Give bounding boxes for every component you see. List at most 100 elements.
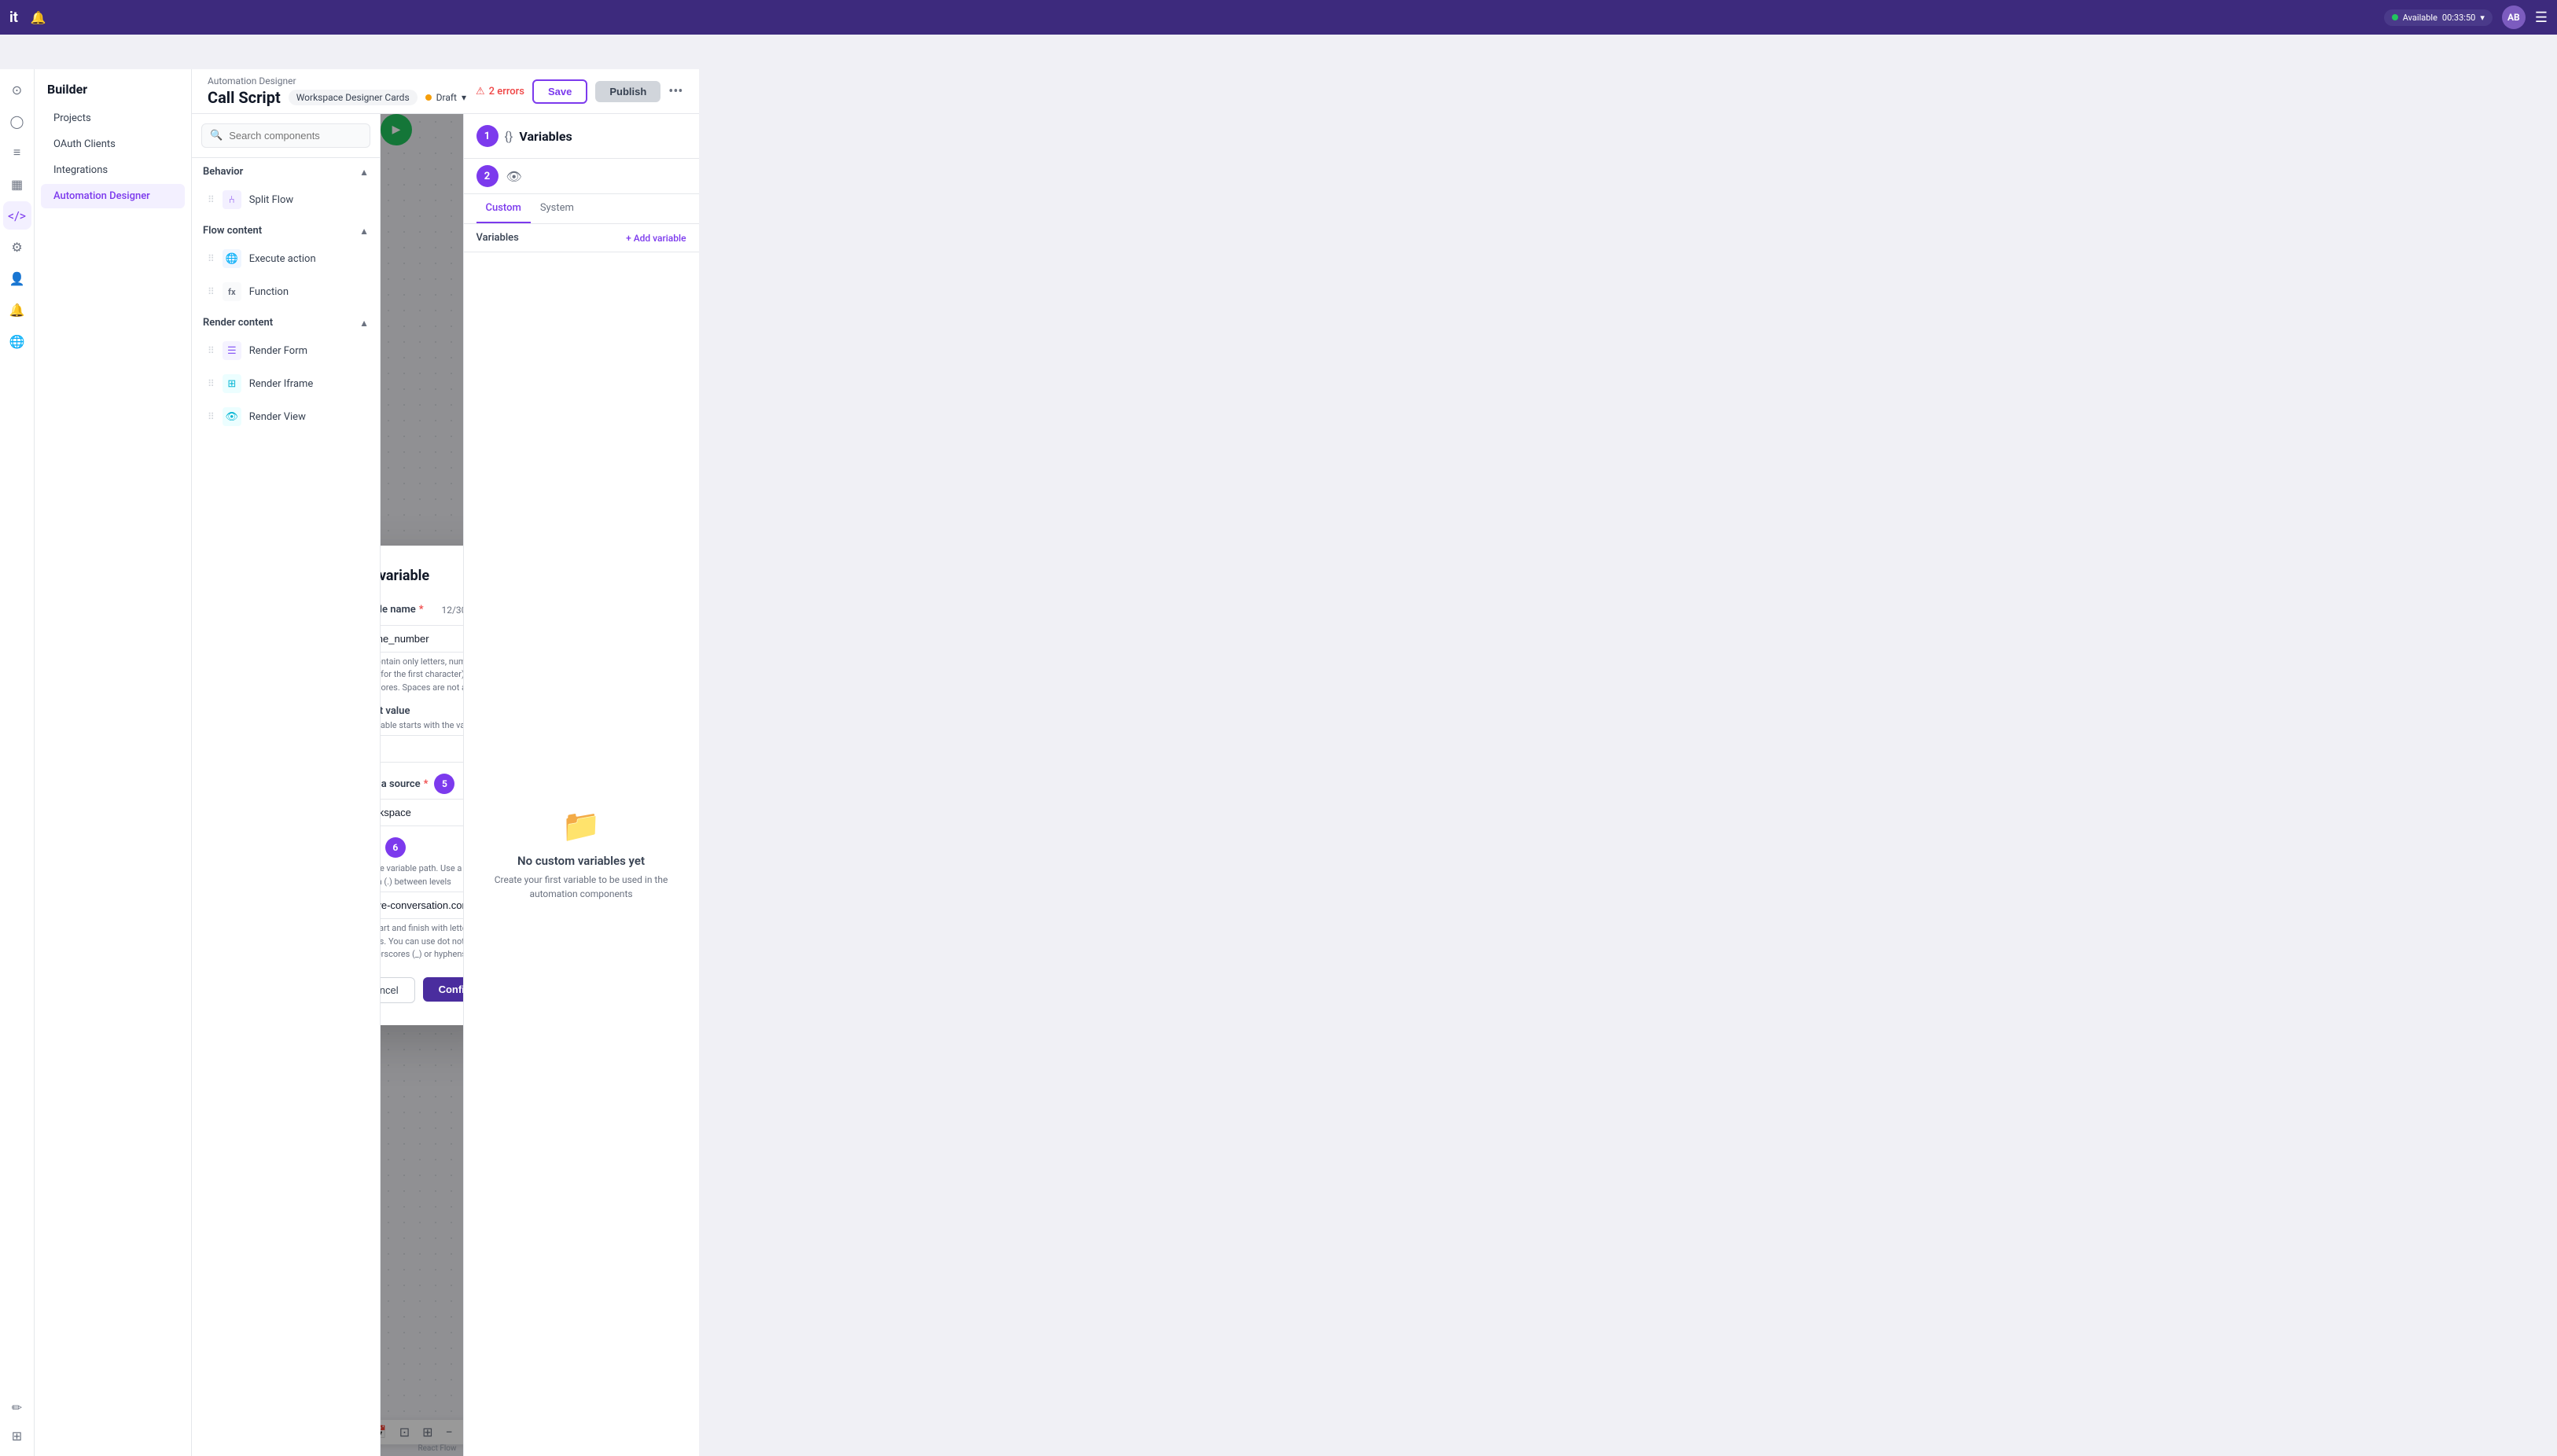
sidebar-icon-globe[interactable]: 🌐 [3,327,31,355]
save-button[interactable]: Save [532,79,587,104]
function-item[interactable]: ⠿ fx Function [197,276,375,307]
behavior-section-header[interactable]: Behavior ▲ [192,158,380,184]
render-iframe-icon: ⊞ [223,374,241,393]
function-icon: fx [223,282,241,301]
sidebar-icon-edit[interactable]: ✏ [3,1393,31,1421]
sidebar-icon-home[interactable]: ⊙ [3,75,31,104]
render-form-icon: ☰ [223,341,241,360]
split-flow-label: Split Flow [249,194,293,206]
publish-button[interactable]: Publish [595,81,660,102]
sidebar-icon-grid[interactable]: ⊞ [3,1421,31,1450]
drag-handle: ⠿ [208,378,215,389]
render-content-toggle: ▲ [359,318,369,329]
split-flow-item[interactable]: ⠿ ⑃ Split Flow [197,184,375,215]
add-variable-button[interactable]: + Add variable [626,233,686,244]
tab-custom[interactable]: Custom [476,194,531,223]
sidebar-icon-user[interactable]: 👤 [3,264,31,292]
step-2-badge: 2 [476,165,499,187]
function-label: Function [249,286,289,298]
curly-braces-icon: {} [505,129,513,144]
drag-handle: ⠿ [208,286,215,297]
header-actions: ⚠ 2 errors Save Publish ••• [476,79,683,104]
drag-handle: ⠿ [208,253,215,264]
bell-icon[interactable]: 🔔 [31,10,46,25]
search-input[interactable] [229,130,362,142]
render-content-title: Render content [203,317,273,329]
confirm-button[interactable]: Confirm [423,977,463,1002]
drag-handle: ⠿ [208,194,215,205]
modal-title: Add variable [381,568,463,584]
tab-system[interactable]: System [531,194,583,223]
avatar: AB [2502,6,2526,29]
path-input[interactable] [381,892,463,919]
execute-action-label: Execute action [249,253,316,265]
icon-sidebar: ⊙ ◯ ≡ ▦ </> ⚙ 👤 🔔 🌐 ✏ ⊞ [0,69,35,1456]
render-iframe-label: Render Iframe [249,378,314,390]
empty-desc: Create your first variable to be used in… [483,873,680,901]
page-title: Call Script [208,88,281,107]
sidebar-icon-reports[interactable]: ▦ [3,170,31,198]
main-content: Automation Designer Call Script Workspac… [192,69,699,1456]
flow-content-title: Flow content [203,225,262,237]
sidebar-item-oauth[interactable]: OAuth Clients [41,132,185,156]
sidebar-icon-contacts[interactable]: ◯ [3,107,31,135]
empty-state: 📁 No custom variables yet Create your fi… [464,252,699,1456]
render-content-section-header[interactable]: Render content ▲ [192,309,380,335]
workspace-badge: Workspace Designer Cards [289,90,418,105]
content-layout: 🔍 Behavior ▲ ⠿ ⑃ Split Flow Flow content [192,114,699,1456]
render-view-item[interactable]: ⠿ 👁 Render View [197,401,375,432]
error-icon: ⚠ [476,86,485,97]
timer-label: 00:33:50 [2442,13,2475,23]
source-select[interactable]: Workspace [381,799,463,826]
canvas-area[interactable]: ▶ 📅 ⊡ ⊞ − + › React Flow ✕ Add variable [381,114,463,1456]
flow-content-toggle: ▲ [359,226,369,237]
execute-action-item[interactable]: ⠿ 🌐 Execute action [197,243,375,274]
error-badge: ⚠ 2 errors [476,86,524,97]
step-5-badge: 5 [434,774,454,794]
required-star: * [419,604,424,616]
right-panel-tabs: Custom System [464,194,699,224]
sidebar-icon-code[interactable]: </> [3,201,31,230]
source-label: Select a source * 5 [381,774,463,794]
breadcrumb: Automation Designer [208,75,466,86]
drag-handle: ⠿ [208,345,215,356]
modal-footer: Cancel Confirm 7 [381,977,463,1003]
cancel-button[interactable]: Cancel [381,977,415,1003]
menu-icon[interactable]: ☰ [2535,9,2548,26]
chevron-icon: ▾ [462,92,466,103]
sidebar-item-projects[interactable]: Projects [41,106,185,131]
sidebar-icon-list[interactable]: ≡ [3,138,31,167]
right-panel-header: 1 {} Variables [464,114,699,159]
sidebar-item-integrations[interactable]: Integrations [41,158,185,182]
sidebar-icon-bell2[interactable]: 🔔 [3,296,31,324]
variable-name-input[interactable] [381,625,463,653]
empty-title: No custom variables yet [517,854,645,868]
behavior-title: Behavior [203,166,243,178]
path-label: Path * 6 [381,837,463,858]
nav-sidebar: Builder Projects OAuth Clients Integrati… [35,69,192,1456]
preview-icon[interactable]: 👁 [506,169,522,184]
variables-title: Variables [519,129,572,144]
render-view-icon: 👁 [223,407,241,426]
default-value-input[interactable] [381,735,463,763]
render-iframe-item[interactable]: ⠿ ⊞ Render Iframe [197,368,375,399]
add-variable-modal: ✕ Add variable Variable name * 12/30 4 [381,546,463,1025]
top-bar-right: Available 00:33:50 ▾ AB ☰ [2384,6,2548,29]
flow-content-section-header[interactable]: Flow content ▲ [192,217,380,243]
availability-badge[interactable]: Available 00:33:50 ▾ [2384,9,2493,26]
default-value-sub: The variable starts with the value: [381,720,463,730]
search-box: 🔍 [192,114,380,158]
render-form-item[interactable]: ⠿ ☰ Render Form [197,335,375,366]
sidebar-item-automation-designer[interactable]: Automation Designer [41,184,185,208]
more-options-icon[interactable]: ••• [668,83,682,100]
path-hint: Write the variable path. Use a dot notat… [381,862,463,888]
error-count: 2 errors [489,86,524,97]
folder-icon: 📁 [561,807,601,844]
render-view-label: Render View [249,411,306,423]
sidebar-icon-settings[interactable]: ⚙ [3,233,31,261]
draft-selector[interactable]: Draft ▾ [425,92,466,103]
modal-overlay: ✕ Add variable Variable name * 12/30 4 [381,114,463,1456]
draft-dot [425,94,432,101]
step-6-badge: 6 [385,837,406,858]
search-input-wrap[interactable]: 🔍 [201,123,370,148]
